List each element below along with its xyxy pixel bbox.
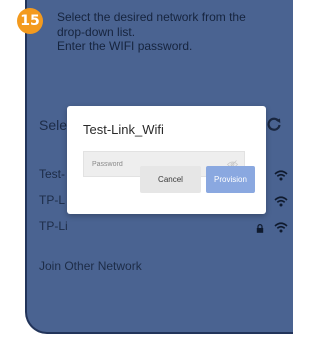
network-list-item[interactable]: Test- (39, 167, 65, 181)
instruction-line: drop-down list. (57, 24, 136, 39)
wifi-password-dialog: Test-Link_Wifi Cancel Provision (67, 106, 266, 214)
wifi-signal-icon (274, 222, 288, 233)
instructions: Select the desired network from the drop… (57, 10, 287, 54)
instruction-line: Enter the WIFI password. (57, 39, 193, 53)
network-list-item[interactable]: TP-Li (39, 219, 68, 233)
lock-icon (256, 224, 264, 233)
wifi-signal-icon (274, 196, 288, 207)
network-list-item[interactable]: TP-L (39, 193, 65, 207)
step-number: 15 (20, 13, 40, 29)
join-other-network-link[interactable]: Join Other Network (39, 259, 142, 273)
instruction-line: Select the desired network from the (57, 10, 246, 24)
dialog-title: Test-Link_Wifi (83, 122, 164, 137)
provision-button[interactable]: Provision (206, 166, 255, 193)
cancel-button[interactable]: Cancel (140, 166, 201, 193)
step-number-badge: 15 (17, 8, 43, 34)
wifi-signal-icon (274, 170, 288, 181)
network-heading: Sele (39, 117, 68, 133)
refresh-icon[interactable] (266, 116, 282, 132)
